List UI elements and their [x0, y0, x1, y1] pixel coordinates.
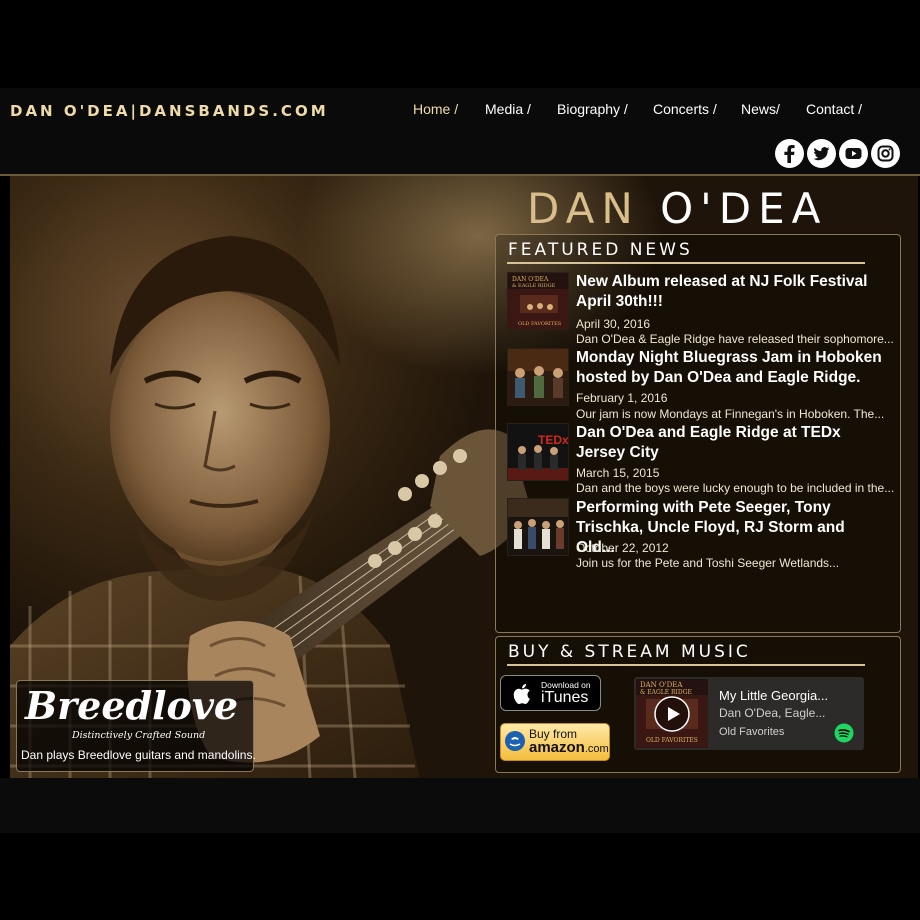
svg-text:OLD FAVORITES: OLD FAVORITES — [646, 737, 698, 744]
footer-band — [0, 778, 920, 833]
top-margin — [0, 0, 920, 88]
nav-biography[interactable]: Biography / — [557, 101, 628, 117]
svg-text:DAN O'DEA: DAN O'DEA — [640, 681, 683, 689]
svg-text:OLD FAVORITES: OLD FAVORITES — [518, 321, 562, 327]
news-thumbnail[interactable]: DAN O'DEA & EAGLE RIDGE OLD FAVORITES — [507, 272, 569, 330]
news-thumbnail[interactable] — [507, 498, 569, 556]
news-title[interactable]: Monday Night Bluegrass Jam in Hoboken ho… — [576, 348, 887, 388]
news-thumbnail[interactable] — [507, 348, 569, 406]
news-excerpt: Dan and the boys were lucky enough to be… — [576, 481, 895, 495]
music-rule — [507, 664, 865, 666]
svg-text:& EAGLE RIDGE: & EAGLE RIDGE — [640, 689, 692, 696]
nav-concerts[interactable]: Concerts / — [653, 101, 717, 117]
itunes-label: iTunes — [541, 689, 589, 706]
track-artist[interactable]: Dan O'Dea, Eagle... — [719, 706, 825, 720]
amazon-label: amazon.com — [529, 739, 609, 756]
apple-icon — [513, 683, 530, 705]
news-item-jam[interactable]: Monday Night Bluegrass Jam in Hoboken ho… — [507, 348, 887, 422]
nav-media[interactable]: Media / — [485, 101, 531, 117]
nav-news[interactable]: News/ — [741, 101, 780, 117]
youtube-icon[interactable] — [839, 139, 868, 168]
twitter-icon[interactable] — [807, 139, 836, 168]
news-thumbnail[interactable]: TEDx — [507, 423, 569, 481]
artist-name-heading: DAN O'DEA — [527, 184, 827, 233]
news-title[interactable]: New Album released at NJ Folk Festival A… — [576, 272, 887, 312]
music-heading: BUY & STREAM MUSIC — [508, 642, 751, 662]
track-title[interactable]: My Little Georgia... — [719, 688, 828, 703]
news-date: March 15, 2015 — [576, 466, 660, 480]
nav-contact[interactable]: Contact / — [806, 101, 862, 117]
news-excerpt: Join us for the Pete and Toshi Seeger We… — [576, 556, 840, 570]
featured-news-rule — [507, 262, 865, 264]
news-date: April 30, 2016 — [576, 317, 651, 331]
site-title[interactable]: DAN O'DEA|DANSBANDS.COM — [10, 102, 329, 120]
amazon-wordmark: amazon — [529, 739, 585, 756]
play-button-icon[interactable] — [654, 696, 690, 732]
breedlove-logo: Breedlove — [25, 683, 239, 728]
track-album[interactable]: Old Favorites — [719, 726, 784, 738]
news-excerpt: Our jam is now Mondays at Finnegan's in … — [576, 407, 885, 421]
breedlove-caption: Dan plays Breedlove guitars and mandolin… — [21, 748, 256, 762]
nav-home[interactable]: Home / — [413, 101, 458, 117]
amazon-mp3-icon — [505, 731, 525, 751]
instagram-icon[interactable] — [871, 139, 900, 168]
svg-text:DAN O'DEA: DAN O'DEA — [512, 276, 549, 283]
news-excerpt: Dan O'Dea & Eagle Ridge have released th… — [576, 332, 894, 346]
breedlove-sponsor-box[interactable]: Breedlove Distinctively Crafted Sound Da… — [16, 680, 256, 772]
news-item-album[interactable]: DAN O'DEA & EAGLE RIDGE OLD FAVORITES New … — [507, 272, 894, 346]
artist-last-name: O'DEA — [660, 184, 828, 233]
news-date: February 1, 2016 — [576, 391, 668, 405]
svg-text:TEDx: TEDx — [538, 433, 569, 447]
spotify-player[interactable]: DAN O'DEA & EAGLE RIDGE OLD FAVORITES My L… — [634, 677, 864, 750]
news-item-tedx[interactable]: TEDx Dan O'Dea and Eagle Ridge at TEDx J… — [507, 423, 894, 497]
artist-first-name: DAN — [527, 184, 640, 233]
news-item-seeger[interactable]: Performing with Pete Seeger, Tony Trisch… — [507, 498, 887, 572]
facebook-icon[interactable] — [775, 139, 804, 168]
itunes-button[interactable]: Download on iTunes — [500, 675, 601, 711]
news-date: October 22, 2012 — [576, 541, 669, 555]
spotify-icon[interactable] — [834, 723, 854, 743]
amazon-button[interactable]: Buy from amazon.com — [500, 723, 610, 761]
featured-news-heading: FEATURED NEWS — [508, 240, 693, 260]
news-title[interactable]: Dan O'Dea and Eagle Ridge at TEDx Jersey… — [576, 423, 887, 463]
amazon-suffix: .com — [584, 743, 609, 755]
breedlove-tagline: Distinctively Crafted Sound — [72, 730, 206, 741]
svg-text:& EAGLE RIDGE: & EAGLE RIDGE — [512, 283, 556, 289]
